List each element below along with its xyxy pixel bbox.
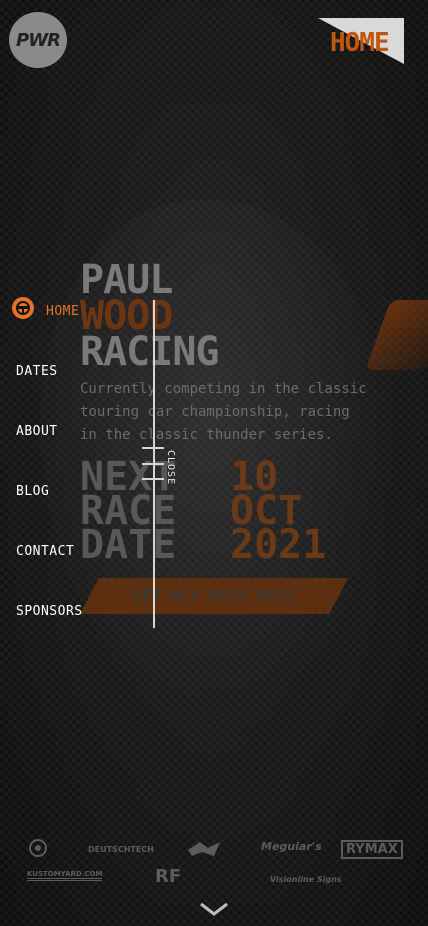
steering-wheel-icon: [12, 297, 34, 319]
sponsor-logo[interactable]: [186, 838, 222, 860]
next-race-line: DATE: [80, 522, 177, 568]
see-all-race-days-button[interactable]: SEE ALL RACE DAYS: [80, 578, 348, 614]
sponsor-logo[interactable]: Visionline Signs: [270, 875, 342, 884]
sponsor-logo[interactable]: RYMAX: [341, 840, 403, 859]
sponsor-logo[interactable]: KUSTOMYARD.COM: [27, 870, 103, 881]
nav-item-home[interactable]: HOME: [46, 304, 79, 319]
sponsor-logo[interactable]: Meguiar's: [261, 840, 322, 853]
site-logo[interactable]: PWR: [9, 12, 67, 68]
nav-item-dates[interactable]: DATES: [16, 364, 58, 379]
home-badge[interactable]: HOME: [318, 18, 404, 64]
home-badge-label: HOME: [330, 28, 390, 58]
menu-close-icon[interactable]: [142, 447, 164, 481]
nav-item-about[interactable]: ABOUT: [16, 424, 58, 439]
chevron-down-icon[interactable]: [199, 902, 229, 916]
next-race-date: 10 OCT 2021: [230, 457, 327, 568]
sponsor-logo[interactable]: DEUTSCHTECH: [88, 845, 154, 854]
nav-item-sponsors[interactable]: SPONSORS: [16, 604, 83, 619]
sponsor-logo[interactable]: RF: [155, 866, 181, 887]
hero-title: PAUL WOOD RACING: [80, 260, 219, 375]
nav-item-blog[interactable]: BLOG: [16, 484, 49, 499]
nav-item-contact[interactable]: CONTACT: [16, 544, 74, 559]
hero-title-line: RACING: [80, 329, 219, 375]
close-label[interactable]: CLOSE: [165, 450, 176, 485]
hero-description: Currently competing in the classic touri…: [80, 381, 367, 443]
sponsor-logo[interactable]: [27, 838, 49, 858]
next-race-year: 2021: [230, 522, 327, 568]
